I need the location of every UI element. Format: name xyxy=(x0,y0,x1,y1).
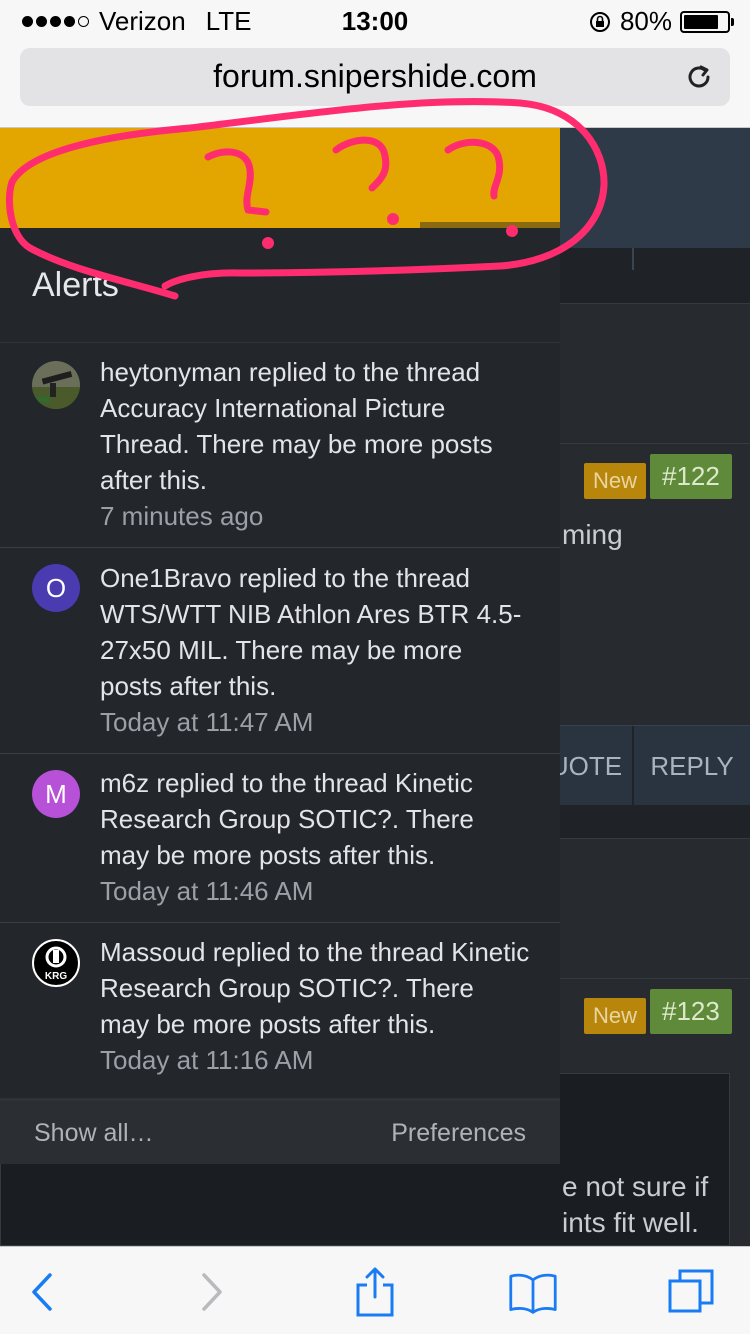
post-text-fragment: e not sure if xyxy=(562,1171,709,1202)
back-icon[interactable] xyxy=(18,1267,68,1317)
alerts-header-bar xyxy=(0,128,560,228)
alert-item[interactable]: M m6z replied to the thread Kinetic Rese… xyxy=(0,754,560,923)
alert-text[interactable]: Massoud replied to the thread Kinetic Re… xyxy=(100,937,529,1039)
alerts-footer: Show all… Preferences xyxy=(0,1101,560,1164)
browser-toolbar xyxy=(0,1246,750,1334)
forward-icon[interactable] xyxy=(186,1267,236,1317)
reply-button[interactable]: REPLY xyxy=(634,726,750,806)
battery-percent: 80% xyxy=(619,6,672,36)
bookmarks-icon[interactable] xyxy=(508,1267,558,1317)
alert-time: 7 minutes ago xyxy=(100,501,264,531)
alert-text[interactable]: heytonyman replied to the thread Accurac… xyxy=(100,357,493,495)
preferences-link[interactable]: Preferences xyxy=(391,1119,526,1148)
post-number[interactable]: #122 xyxy=(650,454,732,499)
alert-time: Today at 11:46 AM xyxy=(100,876,314,906)
post-number[interactable]: #123 xyxy=(650,989,732,1034)
battery-icon xyxy=(680,10,734,33)
alert-time: Today at 11:47 AM xyxy=(100,707,314,737)
alert-text[interactable]: m6z replied to the thread Kinetic Resear… xyxy=(100,768,474,870)
alert-item[interactable]: O One1Bravo replied to the thread WTS/WT… xyxy=(0,548,560,754)
browser-address-bar: forum.snipershide.com xyxy=(0,40,750,128)
post-text-fragment: ming xyxy=(562,519,623,550)
show-all-link[interactable]: Show all… xyxy=(34,1119,154,1148)
reload-icon[interactable] xyxy=(682,60,716,94)
avatar[interactable] xyxy=(32,361,80,409)
alert-time: Today at 11:16 AM xyxy=(100,1045,314,1075)
new-badge: New xyxy=(584,463,647,499)
lock-rotation-icon xyxy=(589,11,610,32)
alerts-title: Alerts xyxy=(32,266,119,304)
krg-logo-avatar[interactable]: KRG xyxy=(32,939,80,987)
alerts-popup: Alerts heytonyman replied to the thread … xyxy=(0,128,560,1164)
avatar[interactable]: M xyxy=(32,770,80,818)
url-text[interactable]: forum.snipershide.com xyxy=(20,58,730,95)
krg-logo-icon: KRG xyxy=(45,946,67,982)
url-field[interactable]: forum.snipershide.com xyxy=(20,48,730,106)
alert-item[interactable]: KRG Massoud replied to the thread Kineti… xyxy=(0,923,560,1091)
alert-text[interactable]: One1Bravo replied to the thread WTS/WTT … xyxy=(100,563,521,701)
krg-logo-text: KRG xyxy=(45,971,67,982)
tabs-icon[interactable] xyxy=(666,1267,716,1317)
share-icon[interactable] xyxy=(350,1267,400,1317)
new-badge: New xyxy=(584,998,647,1034)
post-text-fragment: ints fit well. xyxy=(562,1207,699,1238)
avatar[interactable]: O xyxy=(32,564,80,612)
status-bar: Verizon LTE 13:00 80% xyxy=(0,0,750,40)
avatar-photo xyxy=(32,361,80,409)
alert-item[interactable]: heytonyman replied to the thread Accurac… xyxy=(0,343,560,548)
